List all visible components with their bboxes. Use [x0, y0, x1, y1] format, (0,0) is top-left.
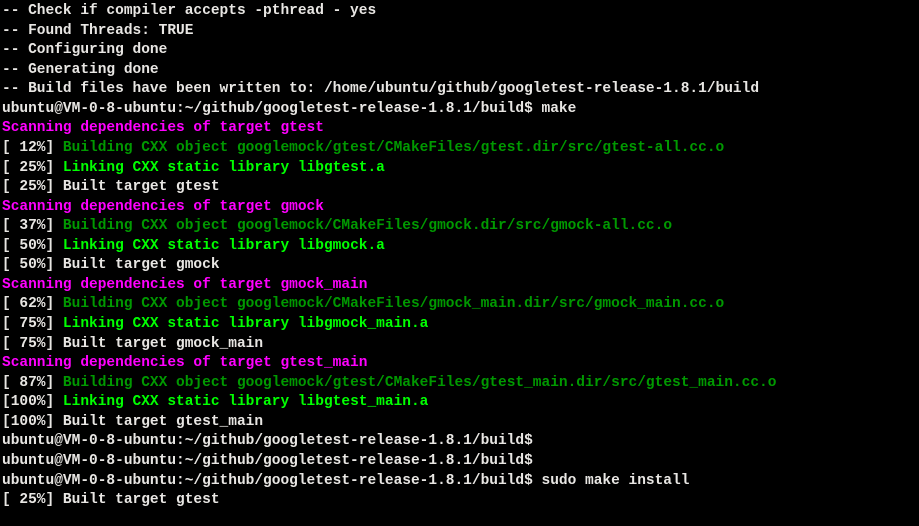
terminal-segment: Linking CXX static library libgtest_main…	[63, 394, 428, 410]
terminal-line: [ 50%] Linking CXX static library libgmo…	[2, 237, 917, 257]
terminal-segment: -- Check if compiler accepts -pthread - …	[2, 3, 376, 19]
terminal-line: [100%] Linking CXX static library libgte…	[2, 393, 917, 413]
terminal-segment: Scanning dependencies of target gtest_ma…	[2, 355, 367, 371]
terminal-line: ubuntu@VM-0-8-ubuntu:~/github/googletest…	[2, 452, 917, 472]
terminal-line: -- Generating done	[2, 61, 917, 81]
terminal-segment: [ 75%]	[2, 316, 63, 332]
terminal-line: [ 25%] Built target gtest	[2, 178, 917, 198]
terminal-segment: ubuntu@VM-0-8-ubuntu:~/github/googletest…	[2, 101, 576, 117]
terminal-line: -- Build files have been written to: /ho…	[2, 80, 917, 100]
terminal-segment: -- Generating done	[2, 62, 159, 78]
terminal-segment: [ 87%]	[2, 375, 63, 391]
terminal-segment: Linking CXX static library libgmock.a	[63, 238, 385, 254]
terminal-line: ubuntu@VM-0-8-ubuntu:~/github/googletest…	[2, 432, 917, 452]
terminal-segment: Linking CXX static library libgmock_main…	[63, 316, 428, 332]
terminal-line: ubuntu@VM-0-8-ubuntu:~/github/googletest…	[2, 472, 917, 492]
terminal-line: ubuntu@VM-0-8-ubuntu:~/github/googletest…	[2, 100, 917, 120]
terminal-segment: [ 25%] Built target gtest	[2, 492, 220, 508]
terminal-line: -- Configuring done	[2, 41, 917, 61]
terminal-segment: ubuntu@VM-0-8-ubuntu:~/github/googletest…	[2, 433, 533, 449]
terminal-line: Scanning dependencies of target gtest_ma…	[2, 354, 917, 374]
terminal-segment: [ 37%]	[2, 218, 63, 234]
terminal-segment: [ 62%]	[2, 296, 63, 312]
terminal-line: [ 37%] Building CXX object googlemock/CM…	[2, 217, 917, 237]
terminal-line: Scanning dependencies of target gmock	[2, 198, 917, 218]
terminal-segment: Building CXX object googlemock/CMakeFile…	[63, 218, 672, 234]
terminal-segment: [ 75%] Built target gmock_main	[2, 336, 263, 352]
terminal-segment: Scanning dependencies of target gmock	[2, 199, 324, 215]
terminal-segment: [ 25%] Built target gtest	[2, 179, 220, 195]
terminal-segment: Building CXX object googlemock/gtest/CMa…	[63, 375, 777, 391]
terminal-line: [ 50%] Built target gmock	[2, 256, 917, 276]
terminal-line: [ 25%] Linking CXX static library libgte…	[2, 159, 917, 179]
terminal-line: [ 75%] Linking CXX static library libgmo…	[2, 315, 917, 335]
terminal-line: -- Check if compiler accepts -pthread - …	[2, 2, 917, 22]
terminal-segment: Linking CXX static library libgtest.a	[63, 160, 385, 176]
terminal-line: [ 12%] Building CXX object googlemock/gt…	[2, 139, 917, 159]
terminal-line: Scanning dependencies of target gmock_ma…	[2, 276, 917, 296]
terminal-line: Scanning dependencies of target gtest	[2, 119, 917, 139]
terminal-segment: [ 12%]	[2, 140, 63, 156]
terminal-segment: [ 50%]	[2, 238, 63, 254]
terminal-segment: [ 50%] Built target gmock	[2, 257, 220, 273]
terminal-line: [ 25%] Built target gtest	[2, 491, 917, 511]
terminal-line: [ 87%] Building CXX object googlemock/gt…	[2, 374, 917, 394]
terminal-line: [100%] Built target gtest_main	[2, 413, 917, 433]
terminal-line: [ 62%] Building CXX object googlemock/CM…	[2, 295, 917, 315]
terminal-segment: Scanning dependencies of target gtest	[2, 120, 324, 136]
terminal-output[interactable]: -- Check if compiler accepts -pthread - …	[2, 2, 917, 511]
terminal-segment: [100%]	[2, 394, 63, 410]
terminal-segment: -- Found Threads: TRUE	[2, 23, 193, 39]
terminal-segment: -- Configuring done	[2, 42, 167, 58]
terminal-line: -- Found Threads: TRUE	[2, 22, 917, 42]
terminal-segment: [ 25%]	[2, 160, 63, 176]
terminal-segment: -- Build files have been written to: /ho…	[2, 81, 759, 97]
terminal-segment: [100%] Built target gtest_main	[2, 414, 263, 430]
terminal-segment: ubuntu@VM-0-8-ubuntu:~/github/googletest…	[2, 453, 533, 469]
terminal-segment: ubuntu@VM-0-8-ubuntu:~/github/googletest…	[2, 473, 689, 489]
terminal-line: [ 75%] Built target gmock_main	[2, 335, 917, 355]
terminal-segment: Building CXX object googlemock/gtest/CMa…	[63, 140, 724, 156]
terminal-segment: Building CXX object googlemock/CMakeFile…	[63, 296, 724, 312]
terminal-segment: Scanning dependencies of target gmock_ma…	[2, 277, 367, 293]
